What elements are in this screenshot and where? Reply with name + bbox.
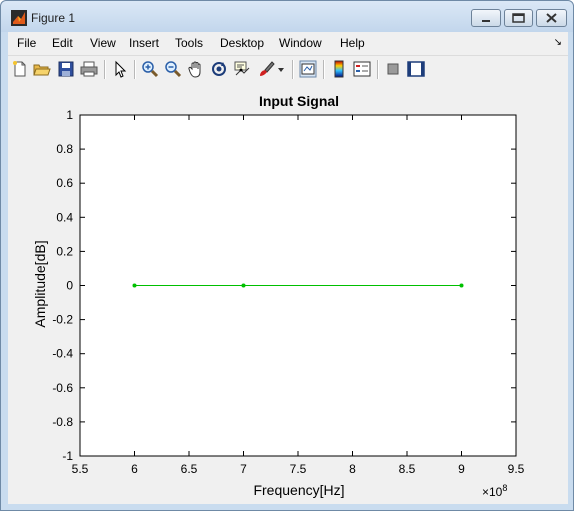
y-tick-label: -0.6: [52, 381, 73, 395]
close-icon: [546, 13, 557, 23]
window-title: Figure 1: [31, 11, 76, 25]
hide-plot-tools-icon[interactable]: [384, 60, 402, 78]
save-icon[interactable]: [57, 60, 75, 78]
menu-file[interactable]: File: [17, 36, 36, 50]
maximize-icon: [512, 13, 525, 23]
x-tick-label: 9.5: [508, 462, 525, 476]
menu-desktop[interactable]: Desktop: [220, 36, 264, 50]
colorbar-icon[interactable]: [330, 60, 348, 78]
y-tick-label: -0.4: [52, 347, 73, 361]
data-point[interactable]: [241, 283, 246, 288]
zoom-out-icon[interactable]: [164, 60, 182, 78]
data-cursor-icon[interactable]: [233, 60, 251, 78]
pointer-icon[interactable]: [111, 60, 129, 78]
matlab-logo-icon: [11, 10, 27, 26]
menu-view[interactable]: View: [90, 36, 116, 50]
x-exponent-power: 8: [502, 483, 507, 493]
data-point[interactable]: [459, 283, 464, 288]
menu-tools[interactable]: Tools: [175, 36, 203, 50]
x-exponent-label: ×108: [482, 483, 507, 499]
y-tick-label: -0.2: [52, 313, 73, 327]
show-plot-tools-icon[interactable]: [407, 60, 425, 78]
new-figure-icon[interactable]: [11, 60, 29, 78]
y-tick-label: 0.6: [56, 176, 73, 190]
x-tick-label: 7.5: [290, 462, 307, 476]
toolbar-separator: [104, 60, 106, 79]
figure-window: Figure 1 File Edit View Insert Tools Des…: [0, 0, 574, 511]
dock-arrow-icon[interactable]: ↘: [554, 37, 562, 48]
toolbar-separator: [377, 60, 379, 79]
toolbar-separator: [323, 60, 325, 79]
title-bar[interactable]: Figure 1: [1, 1, 573, 32]
minimize-icon: [482, 20, 490, 22]
x-tick-label: 5.5: [72, 462, 89, 476]
y-tick-label: 0.4: [56, 210, 73, 224]
x-tick-label: 9: [458, 462, 465, 476]
y-tick-label: 0: [66, 279, 73, 293]
y-tick-label: -0.8: [52, 415, 73, 429]
close-button[interactable]: [536, 9, 567, 27]
figure-canvas[interactable]: Input Signal 1 0.8 0.6 0.4 0.2 0 -0.2 -0.4 -0.6 -…: [8, 83, 568, 504]
zoom-in-icon[interactable]: [141, 60, 159, 78]
brush-dropdown-icon[interactable]: [276, 60, 286, 78]
y-tick-label: 0.2: [56, 244, 73, 258]
menu-insert[interactable]: Insert: [129, 36, 159, 50]
chart-svg: Input Signal 1 0.8 0.6 0.4 0.2 0 -0.2 -0.4 -0.6 -…: [32, 93, 525, 499]
figure-client-area: File Edit View Insert Tools Desktop Wind…: [8, 32, 568, 504]
x-axis-label: Frequency[Hz]: [253, 482, 344, 498]
y-tick-label: -1: [62, 449, 73, 463]
chart-title: Input Signal: [259, 93, 339, 109]
print-icon[interactable]: [80, 60, 98, 78]
y-axis-label: Amplitude[dB]: [32, 240, 48, 327]
toolbar-separator: [134, 60, 136, 79]
rotate-3d-icon[interactable]: [210, 60, 228, 78]
maximize-button[interactable]: [504, 9, 533, 27]
menu-window[interactable]: Window: [279, 36, 322, 50]
link-plot-icon[interactable]: [299, 60, 317, 78]
x-tick-label: 6.5: [181, 462, 198, 476]
menu-bar: File Edit View Insert Tools Desktop Wind…: [8, 32, 568, 54]
x-tick-label: 7: [240, 462, 247, 476]
legend-icon[interactable]: [353, 60, 371, 78]
minimize-button[interactable]: [471, 9, 501, 27]
x-tick-label: 6: [131, 462, 138, 476]
data-point[interactable]: [132, 283, 137, 288]
menu-help[interactable]: Help: [340, 36, 365, 50]
y-tick-label: 0.8: [56, 142, 73, 156]
y-tick-label: 1: [66, 108, 73, 122]
brush-icon[interactable]: [257, 60, 275, 78]
x-tick-label: 8.5: [399, 462, 416, 476]
menu-edit[interactable]: Edit: [52, 36, 73, 50]
open-file-icon[interactable]: [33, 60, 51, 78]
x-tick-label: 8: [349, 462, 356, 476]
pan-icon[interactable]: [187, 60, 205, 78]
x-exponent-base: ×10: [482, 485, 503, 499]
figure-toolbar: [8, 55, 568, 84]
toolbar-separator: [292, 60, 294, 79]
